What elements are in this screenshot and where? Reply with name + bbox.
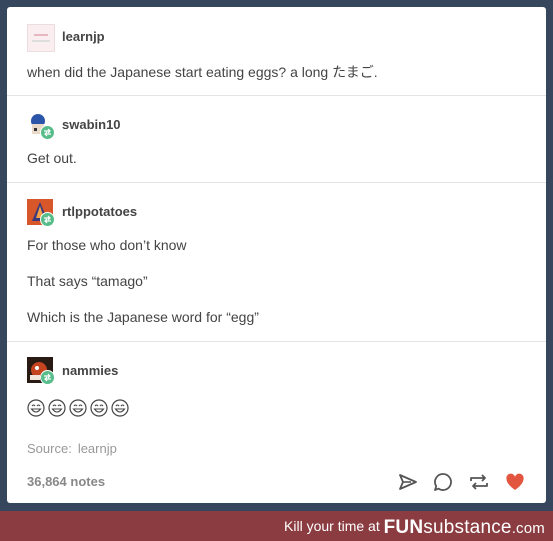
notes-count[interactable]: 36,864 notes [27,474,105,489]
reblog-entry-learnjp: learnjp when did the Japanese start eati… [7,7,546,95]
smiling-face-icon [111,399,129,417]
reply-icon[interactable] [432,471,454,493]
smiling-face-icon [90,399,108,417]
source-line: Source: learnjp [27,441,117,456]
post-text-line-3: Which is the Japanese word for “egg” [27,309,259,325]
post-text-line-1: For those who don’t know [27,237,187,253]
watermark-footer: Kill your time at FUNsubstance.com [0,511,553,541]
smiling-face-emoji-row [27,399,129,417]
avatar-learnjp[interactable] [27,24,55,52]
source-link[interactable]: learnjp [78,441,117,456]
watermark-text: Kill your time at FUNsubstance.com [284,517,545,539]
like-heart-icon[interactable] [504,471,526,493]
reblog-badge-icon [40,212,55,227]
send-icon[interactable] [397,471,419,493]
post-text: Get out. [27,150,77,166]
reblog-icon[interactable] [468,471,490,493]
smiling-face-icon [69,399,87,417]
reblog-badge-icon [40,370,55,385]
reblog-entry-swabin10: swabin10 Get out. [7,95,546,183]
smiling-face-icon [48,399,66,417]
username-rtlppotatoes[interactable]: rtlppotatoes [62,204,137,219]
post-text-line-2: That says “tamago” [27,273,148,289]
reblog-entry-rtlppotatoes: rtlppotatoes For those who don’t know Th… [7,182,546,342]
reblog-badge-icon [40,125,55,140]
source-label: Source: [27,441,72,456]
avatar-swabin10[interactable] [27,112,55,140]
watermark-brand: FUNsubstance.com [383,517,545,538]
watermark-tagline: Kill your time at [284,518,380,534]
smiling-face-icon [27,399,45,417]
avatar-nammies[interactable] [27,357,55,385]
post-card: learnjp when did the Japanese start eati… [7,7,546,503]
username-learnjp[interactable]: learnjp [62,29,105,44]
username-nammies[interactable]: nammies [62,363,118,378]
username-swabin10[interactable]: swabin10 [62,117,121,132]
avatar-rtlppotatoes[interactable] [27,199,55,227]
post-text: when did the Japanese start eating eggs?… [27,64,378,80]
